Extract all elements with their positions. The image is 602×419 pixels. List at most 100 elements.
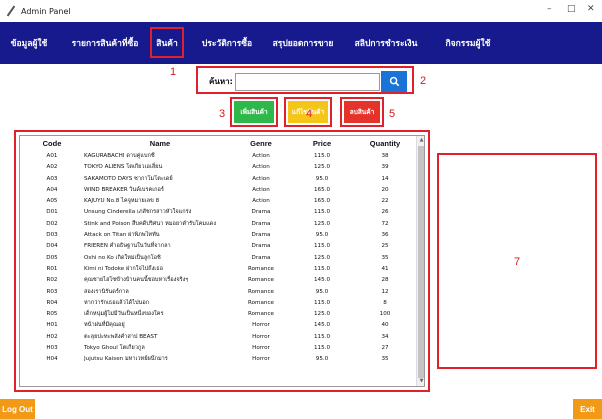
cell-code: R03	[46, 288, 58, 295]
cell-name: Kimi ni Todoke ฝากใจไปถึงเธอ	[84, 265, 163, 272]
table-row[interactable]: R05 เด็กหนุ่มผู้ไม่มีวันเป็นหนึ่งของใคร Ro…	[20, 309, 415, 320]
nav-user-info[interactable]: ข้อมูลผู้ใช้	[0, 22, 58, 64]
cell-quantity: 35	[381, 356, 389, 363]
cell-name: Oshi no Ko เกิดใหม่เป็นลูกโอชิ	[84, 254, 161, 261]
cell-genre: Drama	[251, 209, 271, 216]
maximize-button[interactable]: □	[567, 4, 576, 14]
cell-name: FRIEREN คำอธิษฐานในวันที่จากลา	[84, 243, 171, 250]
cell-name: KAJUYU No.8 ไคจูหมายเลข 8	[84, 198, 160, 205]
cell-price: 145.0	[313, 277, 330, 284]
table-row[interactable]: A01 KAGURABACHI ดาบคู่แบกชี Action 115.0 38	[20, 151, 415, 162]
search-input[interactable]	[235, 73, 380, 91]
cell-genre: Romance	[248, 288, 274, 295]
table-row[interactable]: A02 TOKYO ALIENS โตเกียวเอเลี่ยน Action 125…	[20, 162, 415, 173]
cell-genre: Drama	[251, 220, 271, 227]
cell-name: ตะลุยปะทะพลังคำสาป BEAST	[84, 333, 158, 340]
detail-panel	[437, 153, 597, 369]
table-row[interactable]: H01 หน้าฝนที่มีคุณอยู่ Horror 145.0 40	[20, 320, 415, 331]
cell-quantity: 39	[381, 164, 389, 171]
cell-genre: Action	[252, 153, 270, 159]
table-row[interactable]: D01 Unsung Cinderella เภสัชกรสาวหัวใจแกร่…	[20, 207, 415, 218]
table-row[interactable]: D02 Stink and Poison สืบคดีปริศนา หมอยาตำ…	[20, 219, 415, 230]
table-row[interactable]: D03 Attack on Titan ผ่าพิภพไททัน Drama 95.0…	[20, 230, 415, 241]
table-row[interactable]: R01 Kimi ni Todoke ฝากใจไปถึงเธอ Romance 11…	[20, 264, 415, 275]
delete-product-button[interactable]: ลบสินค้า	[344, 101, 380, 123]
table-row[interactable]: R04 หากว่ารักเธอแล้วได้ไปนอก Romance 115.0 8	[20, 298, 415, 309]
cell-quantity: 36	[381, 232, 389, 239]
scroll-down-icon[interactable]: ▼	[417, 377, 424, 386]
cell-code: R05	[46, 311, 58, 318]
cell-quantity: 34	[381, 333, 389, 340]
cell-genre: Action	[252, 186, 270, 193]
nav-user-activity[interactable]: กิจกรรมผู้ใช้	[434, 22, 502, 64]
table-row[interactable]: D05 Oshi no Ko เกิดใหม่เป็นลูกโอชิ Drama 12…	[20, 253, 415, 264]
cell-genre: Horror	[252, 356, 270, 363]
table-row[interactable]: H04 Jujutsu Kaisen มหาเวทย์ผนึกมาร Horror 9…	[20, 354, 415, 365]
scroll-up-icon[interactable]: ▲	[417, 136, 424, 145]
table-row[interactable]: A04 WIND BREAKER วินด์เบรคเกอร์ Action 165.…	[20, 185, 415, 196]
cell-code: D02	[46, 220, 58, 227]
annotation-3: 3	[219, 108, 226, 120]
close-button[interactable]: ✕	[587, 4, 595, 14]
minimize-button[interactable]: –	[547, 4, 552, 14]
table-row[interactable]: A03 SAKAMOTO DAYS ซากาโมโตะเดย์ Action 95.0…	[20, 174, 415, 185]
nav-purchase-history[interactable]: ประวัติการซื้อ	[196, 22, 258, 64]
cell-code: A04	[46, 186, 58, 193]
cell-quantity: 72	[381, 220, 389, 227]
table-header: Code Name Genre Price Quantity	[20, 136, 415, 152]
scrollbar-thumb[interactable]	[418, 146, 424, 378]
search-bar: ค้นหา:	[196, 66, 414, 94]
annotation-5: 5	[389, 108, 396, 120]
top-nav: ข้อมูลผู้ใช้ รายการสินค้าที่ซื้อ สินค้า …	[0, 22, 602, 64]
cell-price: 95.0	[315, 288, 329, 295]
table-row[interactable]: H03 Tokyo Ghoul โตเกียวกูล Horror 115.0 27	[20, 343, 415, 354]
cell-quantity: 40	[381, 322, 389, 329]
column-header-price[interactable]: Price	[302, 139, 342, 148]
cell-code: D05	[46, 254, 58, 261]
cell-name: TOKYO ALIENS โตเกียวเอเลี่ยน	[84, 164, 163, 171]
cell-quantity: 38	[381, 153, 389, 159]
nav-payment-slips[interactable]: สลิปการชำระเงิน	[348, 22, 424, 64]
table-row[interactable]: R02 คุณชายไฮโซข้างบ้านคนนี้ชอบหาเรื่องจริ…	[20, 275, 415, 286]
table-scrollbar[interactable]: ▲ ▼	[416, 136, 424, 386]
search-button[interactable]	[381, 71, 407, 92]
cell-price: 115.0	[313, 153, 330, 159]
table-row[interactable]: R03 สองเรานิรันดร์กาล Romance 95.0 12	[20, 287, 415, 298]
cell-quantity: 100	[379, 311, 391, 318]
column-header-name[interactable]: Name	[120, 139, 200, 148]
add-product-button[interactable]: เพิ่มสินค้า	[234, 101, 274, 123]
title-bar: Admin Panel – □ ✕	[0, 0, 602, 22]
table-row[interactable]: D04 FRIEREN คำอธิษฐานในวันที่จากลา Drama 11…	[20, 241, 415, 252]
product-table-frame: Code Name Genre Price Quantity A01 KAGURA…	[14, 130, 430, 392]
exit-button[interactable]: Exit	[573, 399, 602, 419]
cell-name: KAGURABACHI ดาบคู่แบกชี	[84, 153, 155, 159]
cell-quantity: 8	[383, 299, 387, 306]
cell-price: 145.0	[313, 322, 330, 329]
cell-genre: Action	[252, 175, 270, 182]
annotation-4: 4	[306, 108, 313, 120]
cell-genre: Action	[252, 164, 270, 171]
cell-quantity: 28	[381, 277, 389, 284]
nav-sales-summary[interactable]: สรุปยอดการขาย	[268, 22, 338, 64]
window-title: Admin Panel	[21, 6, 71, 16]
cell-code: A05	[46, 198, 58, 205]
cell-name: เด็กหนุ่มผู้ไม่มีวันเป็นหนึ่งของใคร	[84, 311, 164, 318]
cell-genre: Horror	[252, 345, 270, 352]
cell-quantity: 35	[381, 254, 389, 261]
cell-name: Attack on Titan ผ่าพิภพไททัน	[84, 232, 160, 239]
cell-quantity: 20	[381, 186, 389, 193]
column-header-genre[interactable]: Genre	[236, 139, 286, 148]
cell-name: Jujutsu Kaisen มหาเวทย์ผนึกมาร	[84, 356, 168, 363]
search-icon	[389, 76, 399, 87]
cell-code: A01	[46, 153, 58, 159]
nav-purchased-items[interactable]: รายการสินค้าที่ซื้อ	[66, 22, 144, 64]
table-row[interactable]: A05 KAJUYU No.8 ไคจูหมายเลข 8 Action 165.0 2…	[20, 196, 415, 207]
cell-price: 125.0	[313, 220, 330, 227]
cell-name: หากว่ารักเธอแล้วได้ไปนอก	[84, 299, 150, 306]
column-header-code[interactable]: Code	[35, 139, 69, 148]
cell-genre: Romance	[248, 311, 274, 318]
column-header-quantity[interactable]: Quantity	[360, 139, 410, 148]
table-row[interactable]: H02 ตะลุยปะทะพลังคำสาป BEAST Horror 115.0 34	[20, 332, 415, 343]
cell-quantity: 22	[381, 198, 389, 205]
logout-button[interactable]: Log Out	[0, 399, 35, 419]
